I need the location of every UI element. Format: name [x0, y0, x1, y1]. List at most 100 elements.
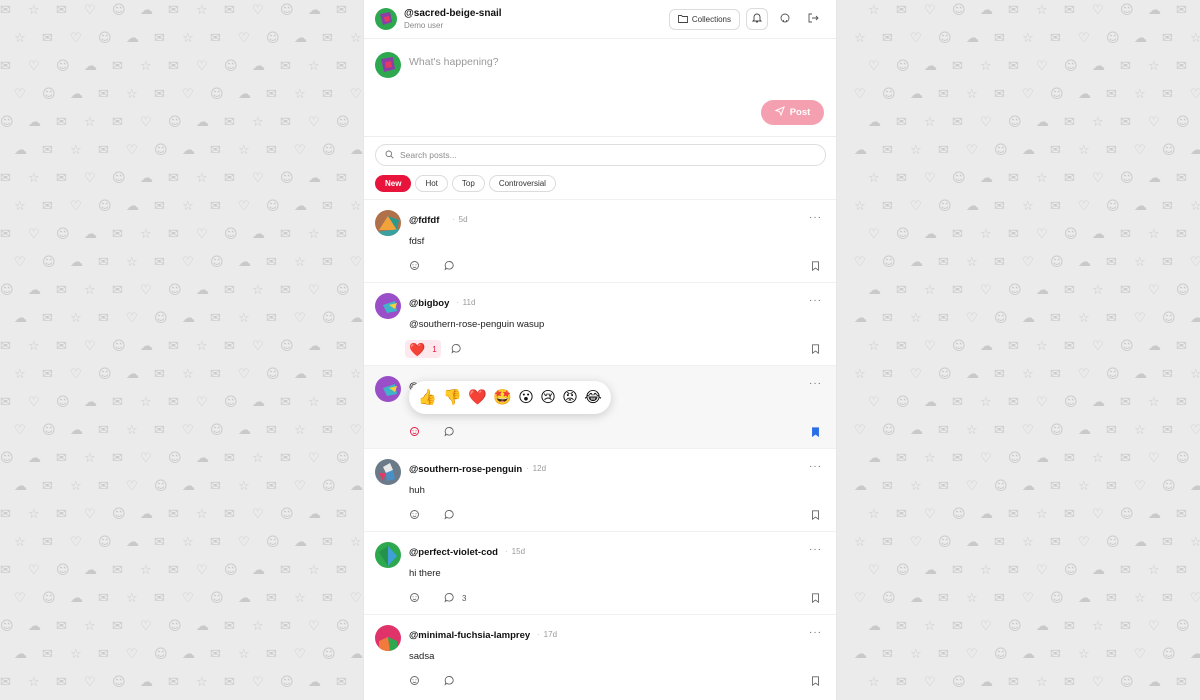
filter-new[interactable]: New: [375, 175, 412, 192]
logout-button[interactable]: [802, 8, 824, 30]
more-options-icon[interactable]: ···: [809, 212, 822, 223]
reaction-chip[interactable]: ❤️ 1: [405, 340, 441, 358]
user-avatar[interactable]: [375, 8, 397, 30]
background-doodle: ♡: [1078, 535, 1090, 550]
background-doodle: ☆: [1036, 507, 1048, 522]
surprised-reaction[interactable]: 😮: [518, 390, 534, 405]
background-doodle: ☺: [896, 227, 910, 242]
filter-hot[interactable]: Hot: [415, 175, 448, 192]
background-doodle: ✉: [1176, 227, 1187, 242]
background-doodle: ✉: [266, 311, 277, 326]
post-author[interactable]: @bigboy: [409, 298, 449, 309]
thumbs-down-reaction[interactable]: 👎: [443, 390, 462, 405]
thumbs-up-reaction[interactable]: 👍: [418, 390, 437, 405]
heart-reaction[interactable]: ❤️: [468, 390, 487, 405]
background-doodle: ☆: [1092, 283, 1104, 298]
background-doodle: ☁: [196, 619, 209, 634]
background-doodle: ✉: [1176, 507, 1187, 522]
background-doodle: ✉: [1064, 3, 1075, 18]
collections-button[interactable]: Collections: [668, 8, 740, 30]
comment-button[interactable]: [444, 506, 455, 524]
more-options-icon[interactable]: ···: [809, 627, 822, 638]
post-body: fdsf: [409, 236, 425, 247]
laughing-reaction[interactable]: 😂: [584, 390, 602, 405]
background-doodle: ✉: [1162, 31, 1173, 46]
filter-controversial[interactable]: Controversial: [488, 175, 556, 192]
star-eyes-reaction[interactable]: 🤩: [493, 390, 512, 405]
background-doodle: ✉: [1064, 675, 1075, 690]
background-doodle: ☁: [1022, 479, 1035, 494]
background-doodle: ✉: [322, 87, 333, 102]
background-doodle: ✉: [0, 395, 11, 410]
comment-button[interactable]: 3: [444, 589, 466, 607]
notifications-button[interactable]: [746, 8, 768, 30]
background-doodle: ✉: [42, 143, 53, 158]
header-subtitle: Demo user: [404, 20, 444, 30]
post-avatar[interactable]: [375, 625, 401, 651]
post-avatar[interactable]: [375, 542, 401, 568]
background-doodle: ☆: [14, 367, 26, 382]
post-author[interactable]: @minimal-fuchsia-lamprey: [409, 630, 530, 641]
post-button[interactable]: Post: [761, 100, 824, 125]
background-doodle: ☆: [28, 339, 40, 354]
background-doodle: ☁: [910, 591, 923, 606]
more-options-icon[interactable]: ···: [809, 544, 822, 555]
reaction-count: 1: [432, 344, 437, 354]
background-doodle: ☺: [168, 619, 182, 634]
bookmark-button[interactable]: [811, 507, 820, 525]
angry-reaction[interactable]: 😡: [562, 390, 578, 405]
background-doodle: ☁: [1148, 675, 1161, 690]
background-doodle: ☺: [938, 367, 952, 382]
background-doodle: ✉: [1176, 675, 1187, 690]
react-button[interactable]: [409, 257, 420, 275]
post-author[interactable]: @fdfdf: [409, 215, 439, 226]
comment-button[interactable]: [444, 423, 455, 441]
background-doodle: ☁: [350, 311, 363, 326]
background-doodle: ♡: [140, 115, 152, 130]
comment-button[interactable]: [451, 340, 462, 358]
search-bar[interactable]: [375, 144, 826, 166]
post-avatar[interactable]: [375, 376, 401, 402]
background-doodle: ☺: [1176, 115, 1190, 130]
background-doodle: ☁: [1148, 3, 1161, 18]
background-doodle: ♡: [910, 535, 922, 550]
react-button[interactable]: [409, 672, 420, 690]
post-avatar[interactable]: [375, 459, 401, 485]
bookmark-button[interactable]: [811, 424, 820, 442]
background-doodle: ☁: [182, 647, 195, 662]
react-button[interactable]: [409, 423, 420, 441]
background-doodle: ☺: [154, 479, 168, 494]
composer-input[interactable]: [409, 56, 809, 68]
search-input[interactable]: [400, 150, 800, 160]
bookmark-button[interactable]: [811, 673, 820, 691]
background-doodle: ✉: [994, 423, 1005, 438]
bookmark-button[interactable]: [811, 258, 820, 276]
background-doodle: ☆: [980, 59, 992, 74]
more-options-icon[interactable]: ···: [809, 378, 822, 389]
background-doodle: ☁: [28, 619, 41, 634]
background-doodle: ☆: [1036, 675, 1048, 690]
background-doodle: ☺: [1050, 255, 1064, 270]
post-author[interactable]: @perfect-violet-cod: [409, 547, 498, 558]
post-author[interactable]: @southern-rose-penguin: [409, 464, 522, 475]
background-doodle: ♡: [1022, 255, 1034, 270]
more-options-icon[interactable]: ···: [809, 295, 822, 306]
react-button[interactable]: [409, 589, 420, 607]
post-avatar[interactable]: [375, 210, 401, 236]
post-body: @southern-rose-penguin wasup: [409, 319, 545, 330]
background-doodle: ☆: [294, 255, 306, 270]
sad-reaction[interactable]: 😢: [540, 390, 556, 405]
bookmark-button[interactable]: [811, 341, 820, 359]
background-doodle: ☆: [70, 479, 82, 494]
filter-top[interactable]: Top: [451, 175, 485, 192]
react-button[interactable]: [409, 506, 420, 524]
bookmark-button[interactable]: [811, 590, 820, 608]
post-avatar[interactable]: [375, 293, 401, 319]
background-doodle: ♡: [70, 535, 82, 550]
background-doodle: ☺: [952, 507, 966, 522]
comment-button[interactable]: [444, 257, 455, 275]
github-button[interactable]: [774, 8, 796, 30]
more-options-icon[interactable]: ···: [809, 461, 822, 472]
background-doodle: ☁: [1190, 479, 1200, 494]
comment-button[interactable]: [444, 672, 455, 690]
